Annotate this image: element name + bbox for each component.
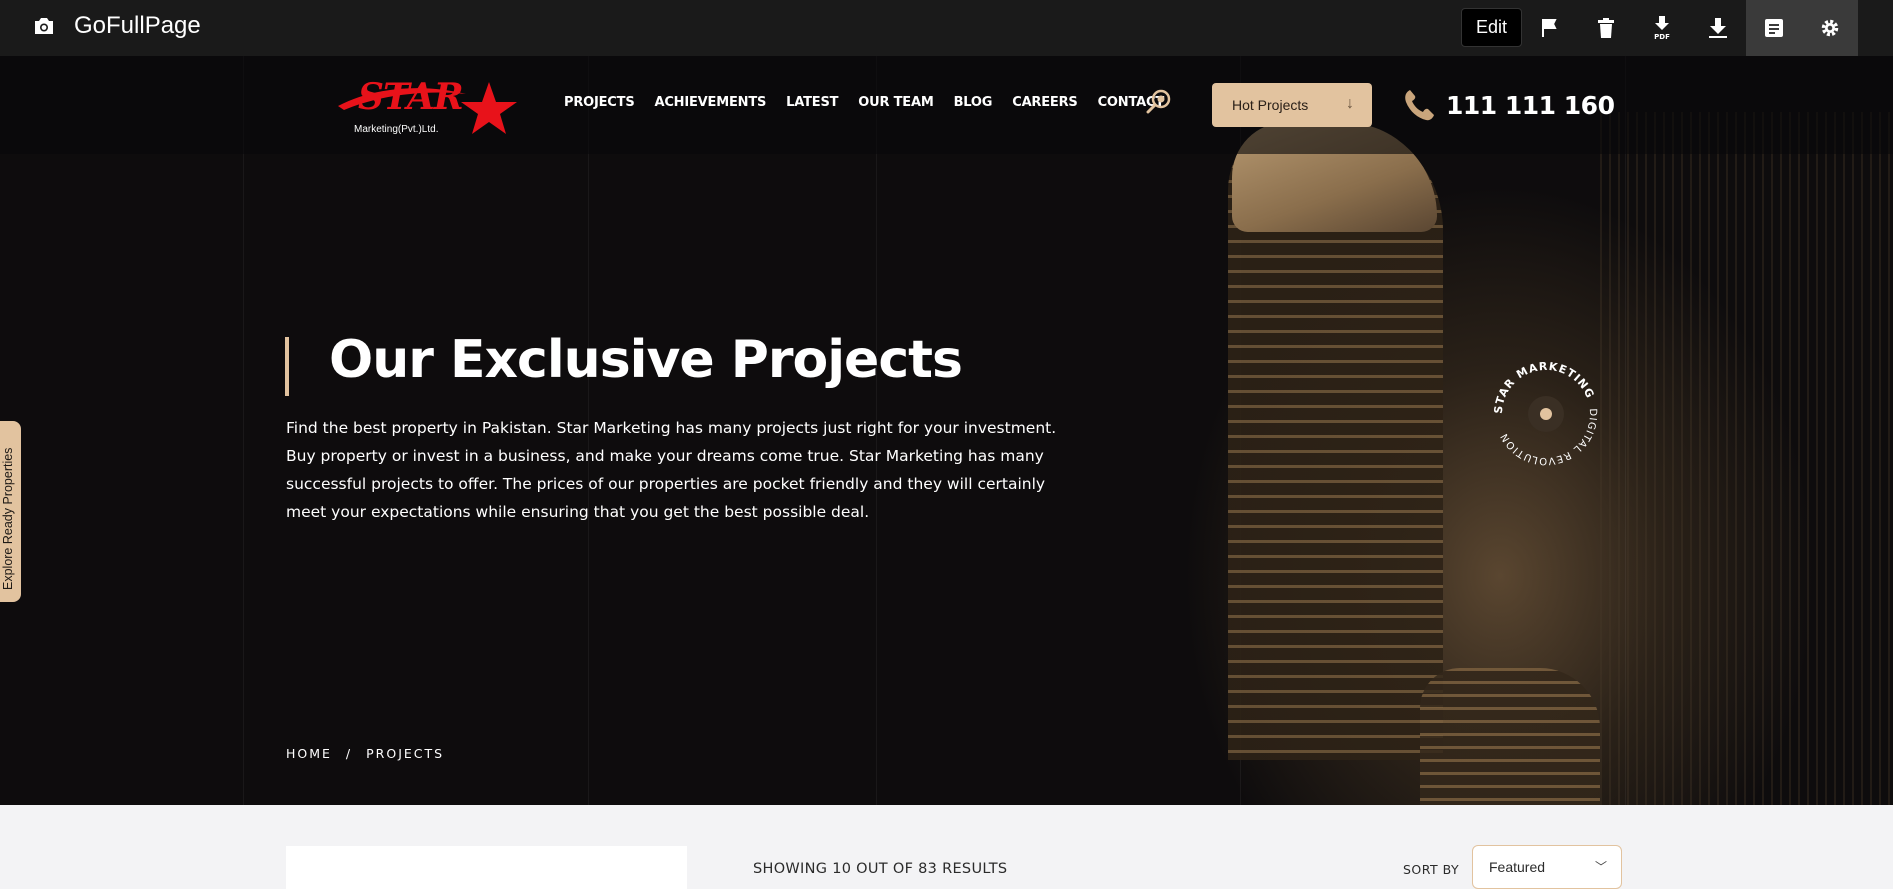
grid-line xyxy=(1625,56,1626,805)
nav-item-projects[interactable]: PROJECTS xyxy=(564,95,635,110)
grid-line xyxy=(243,56,244,805)
phone-number: 111 111 160 xyxy=(1446,90,1615,120)
page-title: Our Exclusive Projects xyxy=(329,330,963,390)
breadcrumb-separator: / xyxy=(345,746,353,761)
logo-wordmark: STAR xyxy=(358,76,464,118)
settings-button[interactable] xyxy=(1802,0,1858,56)
download-button[interactable] xyxy=(1690,0,1746,56)
breadcrumb: HOME / PROJECTS xyxy=(286,746,444,761)
hero-description: Find the best property in Pakistan. Star… xyxy=(286,419,1057,521)
download-icon xyxy=(1709,18,1727,38)
rotating-badge: STAR MARKETING DIGITAL REVOLUTION xyxy=(1492,360,1597,466)
star-marketing-logo[interactable]: STAR Marketing(Pvt.)Ltd. xyxy=(336,72,526,142)
logo-subtext: Marketing(Pvt.)Ltd. xyxy=(354,124,439,135)
document-icon xyxy=(1765,19,1783,37)
pdf-download-icon: PDF xyxy=(1654,16,1670,40)
pdf-download-button[interactable]: PDF xyxy=(1634,0,1690,56)
search-icon[interactable] xyxy=(1146,88,1172,114)
chevron-down-icon: ﹀ xyxy=(1594,860,1607,874)
results-count: SHOWING 10 OUT OF 83 RESULTS xyxy=(753,861,1008,877)
gofullpage-toolbar: GoFullPage Edit PDF xyxy=(0,0,1893,56)
filter-card xyxy=(286,846,687,889)
flag-button[interactable] xyxy=(1522,0,1578,56)
phone-contact[interactable]: 111 111 160 xyxy=(1402,88,1615,122)
breadcrumb-current: PROJECTS xyxy=(366,746,445,761)
sort-by-label: SORT BY xyxy=(1403,862,1460,877)
sort-value: Featured xyxy=(1489,859,1546,875)
nav-item-careers[interactable]: CAREERS xyxy=(1012,95,1078,110)
delete-button[interactable] xyxy=(1578,0,1634,56)
nav-item-latest[interactable]: LATEST xyxy=(786,95,838,110)
app-title: GoFullPage xyxy=(74,12,201,39)
edit-button[interactable]: Edit xyxy=(1461,8,1522,47)
nav-item-our-team[interactable]: OUR TEAM xyxy=(858,95,933,110)
sort-select[interactable]: Featured ﹀ xyxy=(1472,845,1622,889)
svg-text:PDF: PDF xyxy=(1654,33,1670,40)
document-button[interactable] xyxy=(1746,0,1802,56)
main-nav: PROJECTS ACHIEVEMENTS LATEST OUR TEAM BL… xyxy=(564,95,1164,110)
gear-icon xyxy=(1821,19,1839,37)
hot-projects-label: Hot Projects xyxy=(1232,97,1309,113)
breadcrumb-home[interactable]: HOME xyxy=(286,746,332,761)
background-building xyxy=(1600,112,1890,805)
phone-icon xyxy=(1405,90,1434,121)
trash-icon xyxy=(1598,18,1614,38)
side-tab-label: Explore Ready Properties xyxy=(1,447,15,590)
tower-illustration-small xyxy=(1420,668,1600,805)
camera-icon[interactable] xyxy=(32,15,56,37)
arrow-down-icon: ↓ xyxy=(1346,95,1354,112)
title-accent-bar xyxy=(285,337,289,396)
flag-icon xyxy=(1542,19,1557,37)
hot-projects-button[interactable]: Hot Projects ↓ xyxy=(1212,83,1372,127)
nav-item-blog[interactable]: BLOG xyxy=(954,95,993,110)
nav-item-achievements[interactable]: ACHIEVEMENTS xyxy=(654,95,766,110)
